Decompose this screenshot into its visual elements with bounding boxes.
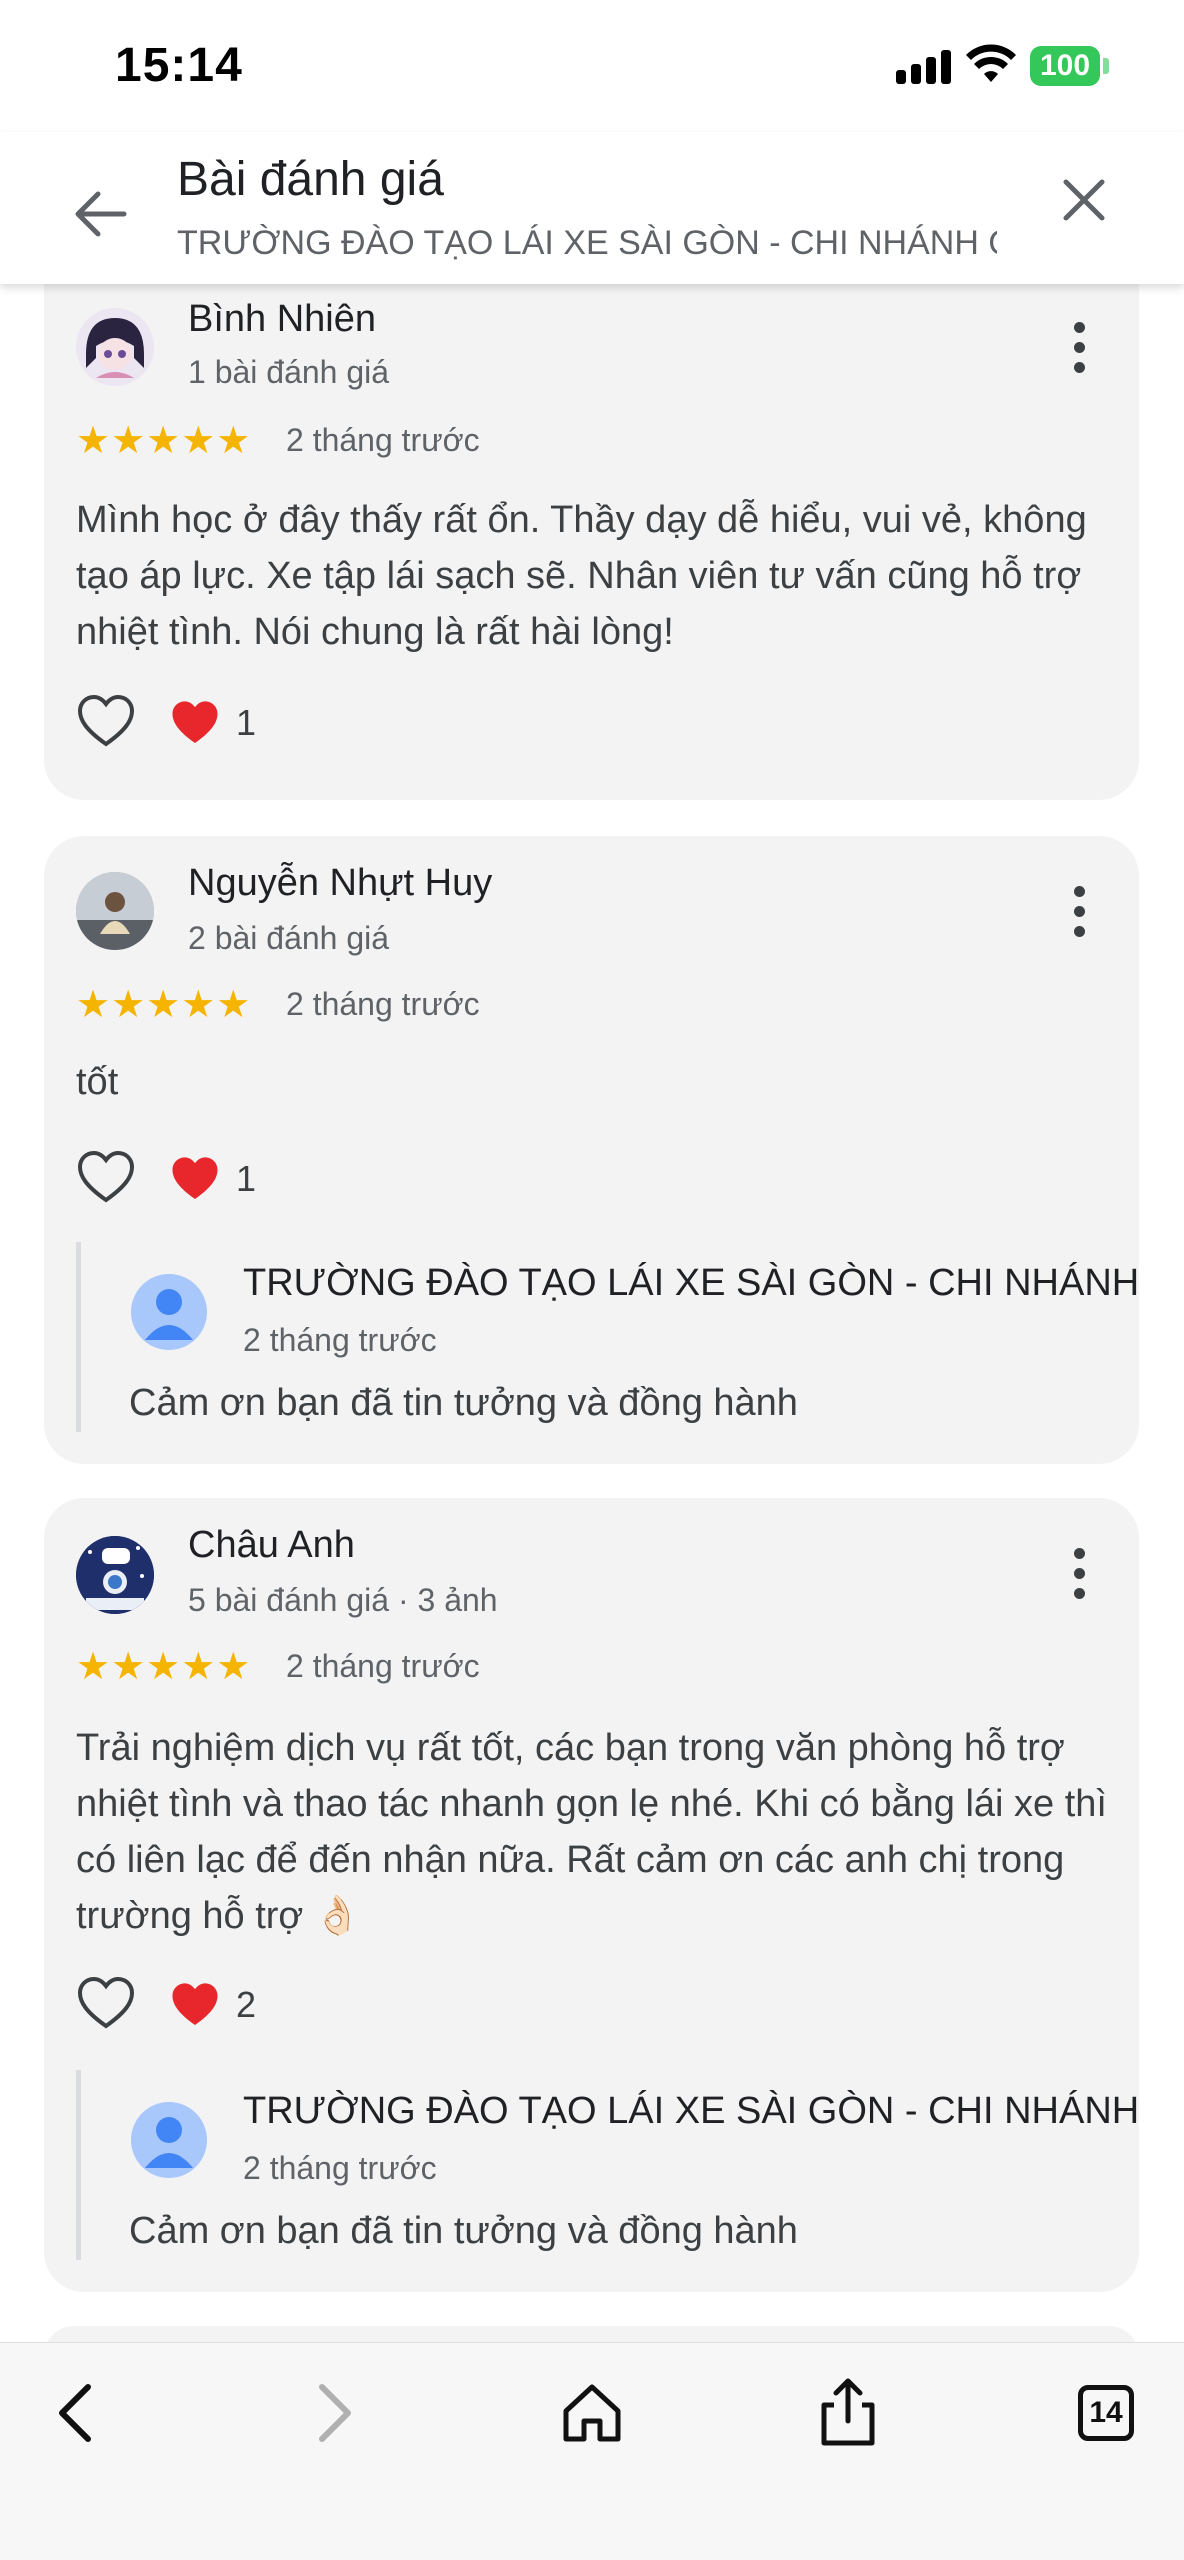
tabs-icon[interactable]: 14: [1068, 2373, 1148, 2453]
reviewer-name[interactable]: Bình Nhiên: [188, 298, 376, 341]
status-time: 15:14: [115, 39, 243, 92]
reviewer-meta: 5 bài đánh giá · 3 ảnh: [188, 1582, 498, 1618]
heart-outline-icon[interactable]: [76, 692, 136, 752]
heart-outline-icon[interactable]: [76, 1974, 136, 2034]
owner-reply: TRƯỜNG ĐÀO TẠO LÁI XE SÀI GÒN - CHI NHÁN…: [76, 2070, 1144, 2260]
more-vert-icon[interactable]: [1060, 1544, 1100, 1604]
chevron-right-icon[interactable]: [294, 2373, 374, 2453]
review-card: Châu Anh 5 bài đánh giá · 3 ảnh ★★★★★ 2 …: [44, 1498, 1144, 2292]
chevron-left-icon[interactable]: [36, 2373, 116, 2453]
review-date: 2 tháng trước: [286, 986, 480, 1022]
owner-reply: TRƯỜNG ĐÀO TẠO LÁI XE SÀI GÒN - CHI NHÁN…: [76, 1242, 1144, 1432]
page-subtitle: TRƯỜNG ĐÀO TẠO LÁI XE SÀI GÒN - CHI NHÁN…: [177, 224, 997, 262]
wifi-icon: [966, 44, 1016, 82]
more-vert-icon[interactable]: [1060, 882, 1100, 942]
status-bar: 15:14 100: [0, 0, 1184, 132]
avatar[interactable]: [76, 872, 154, 950]
review-text: tốt: [76, 1061, 119, 1103]
reviewer-name[interactable]: Nguyễn Nhựt Huy: [188, 862, 492, 905]
review-card: Nguyễn Nhựt Huy 2 bài đánh giá ★★★★★ 2 t…: [44, 836, 1144, 1464]
reply-owner-name: TRƯỜNG ĐÀO TẠO LÁI XE SÀI GÒN - CHI NHÁN…: [243, 1262, 1144, 1304]
reply-date: 2 tháng trước: [243, 2150, 437, 2186]
reply-text: Cảm ơn bạn đã tin tưởng và đồng hành: [129, 2210, 798, 2252]
reaction-count: 2: [236, 1984, 257, 2025]
page-title: Bài đánh giá: [177, 153, 444, 206]
person-icon: [131, 2102, 207, 2178]
person-icon: [131, 1274, 207, 1350]
browser-toolbar: 14: [0, 2342, 1184, 2560]
rating-stars: ★★★★★: [76, 420, 252, 462]
reviewer-name[interactable]: Châu Anh: [188, 1524, 355, 1567]
battery-tip: [1103, 58, 1109, 74]
review-text: Mình học ở đây thấy rất ổn. Thầy dạy dễ …: [76, 499, 1087, 653]
review-card: Bình Nhiên 1 bài đánh giá ★★★★★ 2 tháng …: [44, 250, 1139, 800]
heart-red-icon[interactable]: [170, 698, 220, 748]
heart-outline-icon[interactable]: [76, 1148, 136, 1208]
tabs-count: 14: [1078, 2385, 1134, 2441]
review-text: Trải nghiệm dịch vụ rất tốt, các bạn tro…: [76, 1727, 1107, 1937]
review-date: 2 tháng trước: [286, 422, 480, 458]
battery-icon: 100: [1030, 46, 1100, 86]
heart-red-icon[interactable]: [170, 1154, 220, 1204]
reply-date: 2 tháng trước: [243, 1322, 437, 1358]
reviewer-meta: 1 bài đánh giá: [188, 354, 390, 390]
avatar[interactable]: [76, 1536, 154, 1614]
reply-owner-name: TRƯỜNG ĐÀO TẠO LÁI XE SÀI GÒN - CHI NHÁN…: [243, 2090, 1144, 2132]
reviewer-meta: 2 bài đánh giá: [188, 920, 390, 956]
heart-red-icon[interactable]: [170, 1980, 220, 2030]
rating-stars: ★★★★★: [76, 984, 252, 1026]
share-icon[interactable]: [808, 2373, 888, 2453]
avatar[interactable]: [76, 308, 154, 386]
more-vert-icon[interactable]: [1060, 318, 1100, 378]
battery-level: 100: [1039, 49, 1091, 82]
close-icon[interactable]: [1052, 168, 1116, 232]
reviews-header: Bài đánh giá TRƯỜNG ĐÀO TẠO LÁI XE SÀI G…: [0, 132, 1184, 284]
rating-stars: ★★★★★: [76, 1646, 252, 1688]
reply-text: Cảm ơn bạn đã tin tưởng và đồng hành: [129, 1382, 798, 1424]
reaction-count: 1: [236, 1158, 257, 1199]
back-arrow-icon[interactable]: [64, 178, 136, 250]
reaction-count: 1: [236, 702, 257, 743]
signal-icon: [896, 48, 952, 84]
home-icon[interactable]: [552, 2373, 632, 2453]
review-date: 2 tháng trước: [286, 1648, 480, 1684]
